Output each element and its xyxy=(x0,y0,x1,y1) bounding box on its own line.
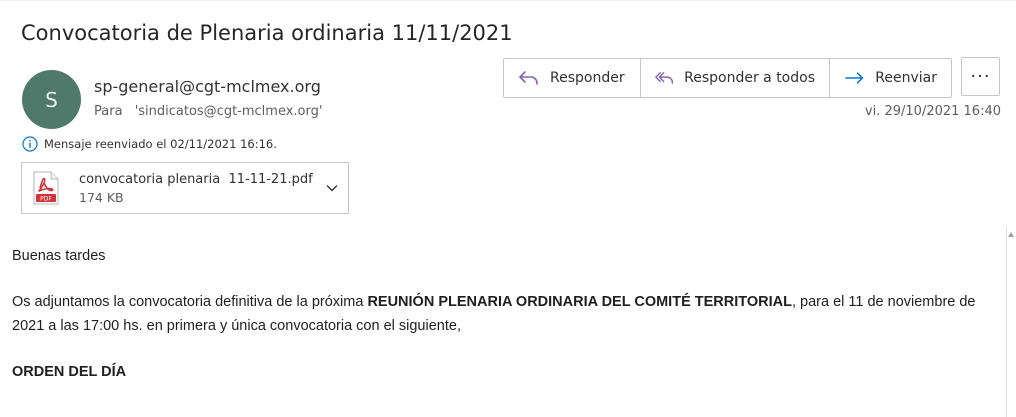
forward-notice: Mensaje reenviado el 02/11/2021 16:16. xyxy=(22,136,277,152)
paragraph-intro: Os adjuntamos la convocatoria definitiva… xyxy=(12,294,368,310)
attachment-info: convocatoria plenaria 11-11-21.pdf 174 K… xyxy=(79,172,313,205)
chevron-down-icon[interactable] xyxy=(326,182,338,194)
reply-button[interactable]: Responder xyxy=(504,59,641,97)
forward-notice-text: Mensaje reenviado el 02/11/2021 16:16. xyxy=(44,137,277,151)
pdf-icon-text: PDF xyxy=(40,196,52,203)
reply-all-button[interactable]: Responder a todos xyxy=(641,59,830,97)
attachment-name: convocatoria plenaria 11-11-21.pdf xyxy=(79,171,313,187)
reply-all-label: Responder a todos xyxy=(684,70,815,86)
vertical-scrollbar[interactable] xyxy=(1006,226,1016,417)
attachment-card[interactable]: PDF convocatoria plenaria 11-11-21.pdf 1… xyxy=(21,162,349,214)
message-body: Buenas tardes Os adjuntamos la convocato… xyxy=(12,244,997,384)
scroll-up-arrow-icon[interactable] xyxy=(1008,232,1014,237)
attachment-size: 174 KB xyxy=(79,189,124,205)
avatar-initial: S xyxy=(45,87,58,112)
reply-label: Responder xyxy=(550,70,625,86)
reply-icon xyxy=(519,71,538,85)
recipient-address[interactable]: 'sindicatos@cgt-mclmex.org' xyxy=(135,104,323,119)
agenda-heading-text: ORDEN DEL DÍA xyxy=(12,364,127,380)
sender-address[interactable]: sp-general@cgt-mclmex.org xyxy=(94,77,321,96)
forward-label: Reenviar xyxy=(875,70,937,86)
greeting: Buenas tardes xyxy=(12,248,106,264)
message-actions: Responder Responder a todos Reenviar xyxy=(503,58,952,98)
to-label: Para xyxy=(94,104,123,119)
sender-avatar[interactable]: S xyxy=(22,70,81,129)
sent-date: vi. 29/10/2021 16:40 xyxy=(864,104,1001,119)
info-icon xyxy=(22,136,38,152)
body-paragraph: Os adjuntamos la convocatoria definitiva… xyxy=(12,290,997,338)
recipient-line: Para 'sindicatos@cgt-mclmex.org' xyxy=(94,104,322,119)
forward-icon xyxy=(845,72,864,84)
agenda-heading: ORDEN DEL DÍA xyxy=(12,360,997,384)
email-reading-pane: Convocatoria de Plenaria ordinaria 11/11… xyxy=(0,0,1016,417)
forward-button[interactable]: Reenviar xyxy=(830,59,951,97)
more-actions-button[interactable]: ··· xyxy=(961,57,1000,96)
reply-all-icon xyxy=(655,72,674,84)
email-subject: Convocatoria de Plenaria ordinaria 11/11… xyxy=(21,21,513,45)
meeting-title: REUNIÓN PLENARIA ORDINARIA DEL COMITÉ TE… xyxy=(367,294,792,310)
pdf-icon: PDF xyxy=(33,171,59,205)
top-divider xyxy=(0,0,1016,1)
